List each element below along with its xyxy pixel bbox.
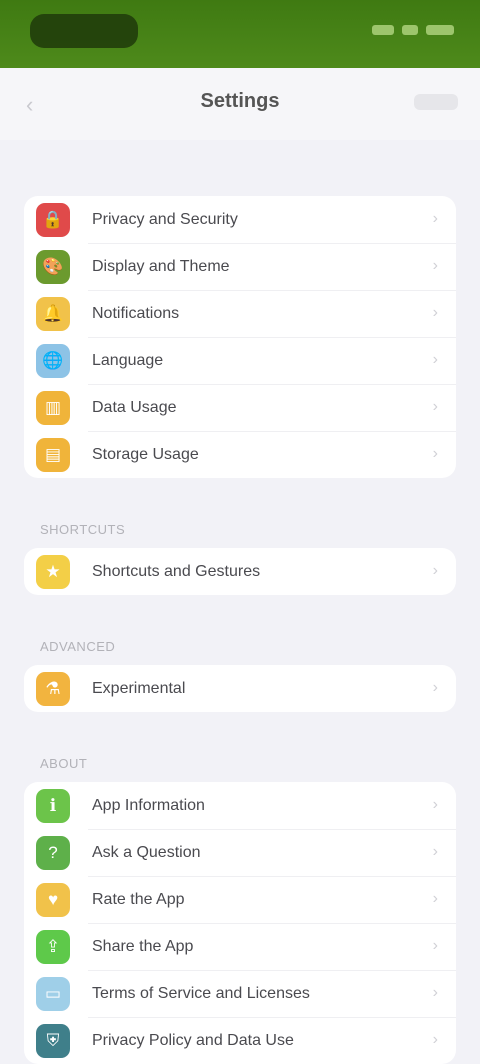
section-label: Shortcuts [40, 522, 126, 537]
settings-row[interactable]: ⛨ Privacy Policy and Data Use › [24, 1017, 456, 1064]
settings-row-label: Language [92, 351, 164, 369]
settings-row-label: Display and Theme [92, 257, 230, 275]
lock-icon: 🔒 [36, 202, 70, 237]
chevron-right-icon: › [432, 890, 438, 907]
folder-icon: ▤ [36, 437, 70, 472]
chevron-right-icon: › [432, 210, 438, 227]
settings-row[interactable]: 🌐 Language › [24, 337, 456, 384]
settings-group: ℹ App Information ›? Ask a Question › ♥ Rate t… [24, 782, 456, 1064]
chevron-right-icon: › [432, 843, 438, 860]
settings-row-label: Privacy Policy and Data Use [92, 1031, 294, 1049]
shield-icon: ⛨ [36, 1023, 70, 1058]
settings-row[interactable]: 🔔 Notifications › [24, 290, 456, 337]
chevron-right-icon: › [432, 562, 438, 579]
settings-row-label: Share the App [92, 937, 194, 955]
settings-row-label: Privacy and Security [92, 210, 238, 228]
settings-group: ⚗ Experimental › [24, 665, 456, 712]
chevron-right-icon: › [432, 304, 438, 321]
info-icon: ℹ [36, 788, 70, 823]
document-icon: ▭ [36, 976, 70, 1011]
settings-row-label: Experimental [92, 679, 186, 697]
heart-icon: ♥ [36, 882, 70, 917]
settings-row[interactable]: 🎨 Display and Theme › [24, 243, 456, 290]
star-icon: ★ [36, 554, 70, 589]
chevron-right-icon: › [432, 257, 438, 274]
flask-icon: ⚗ [36, 671, 70, 706]
settings-row-label: App Information [92, 796, 205, 814]
chevron-right-icon: › [432, 1031, 438, 1048]
status-bar [0, 0, 480, 68]
edit-button[interactable] [414, 94, 458, 110]
chevron-right-icon: › [432, 984, 438, 1001]
chevron-right-icon: › [432, 679, 438, 696]
chart-icon: ▥ [36, 390, 70, 425]
settings-row-label: Ask a Question [92, 843, 201, 861]
status-icons [364, 22, 454, 38]
settings-group: ★ Shortcuts and Gestures › [24, 548, 456, 595]
page-title: Settings [200, 90, 280, 112]
paint-icon: 🎨 [36, 249, 70, 284]
settings-row-label: Notifications [92, 304, 180, 322]
settings-row-label: Rate the App [92, 890, 185, 908]
navigation-bar: ‹ Settings [0, 68, 480, 140]
settings-row[interactable]: ? Ask a Question › [24, 829, 456, 876]
settings-row[interactable]: 🔒 Privacy and Security › [24, 196, 456, 243]
battery-icon [426, 25, 454, 35]
chevron-right-icon: › [432, 937, 438, 954]
globe-icon: 🌐 [36, 343, 70, 378]
settings-row[interactable]: ▭ Terms of Service and Licenses › [24, 970, 456, 1017]
section-label: About [40, 756, 88, 771]
settings-row[interactable]: ▤ Storage Usage › [24, 431, 456, 478]
settings-row[interactable]: ⚗ Experimental › [24, 665, 456, 712]
bell-icon: 🔔 [36, 296, 70, 331]
signal-icon [372, 25, 394, 35]
share-icon: ⇪ [36, 929, 70, 964]
settings-group: 🔒 Privacy and Security › 🎨 Display and Theme… [24, 196, 456, 478]
settings-row-label: Data Usage [92, 398, 177, 416]
settings-row[interactable]: ⇪ Share the App › [24, 923, 456, 970]
settings-row[interactable]: ♥ Rate the App › [24, 876, 456, 923]
section-label: Advanced [40, 639, 116, 654]
settings-row[interactable]: ▥ Data Usage › [24, 384, 456, 431]
chevron-right-icon: › [432, 445, 438, 462]
settings-row[interactable]: ★ Shortcuts and Gestures › [24, 548, 456, 595]
wifi-icon [402, 25, 418, 35]
question-icon: ? [36, 835, 70, 870]
chevron-right-icon: › [432, 398, 438, 415]
chevron-right-icon: › [432, 796, 438, 813]
chevron-right-icon: › [432, 351, 438, 368]
settings-row-label: Terms of Service and Licenses [92, 984, 310, 1002]
settings-row-label: Shortcuts and Gestures [92, 562, 261, 580]
settings-list: 🔒 Privacy and Security › 🎨 Display and Theme… [0, 160, 480, 1064]
settings-row[interactable]: ℹ App Information › [24, 782, 456, 829]
settings-row-label: Storage Usage [92, 445, 199, 463]
clock-display [30, 14, 138, 48]
